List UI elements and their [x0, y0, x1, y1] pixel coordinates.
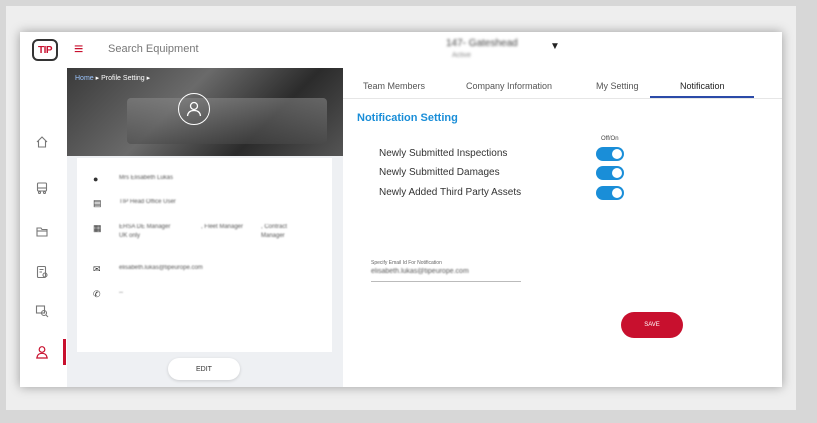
chevron-down-icon[interactable]: ▼	[550, 41, 560, 52]
breadcrumb-current: Profile Setting	[101, 75, 145, 82]
profile-position-2: , Fleet Manager	[201, 224, 244, 230]
logo-text: TIP	[37, 44, 53, 56]
toggle-knob	[612, 188, 622, 198]
profile-panel: Home ▸ Profile Setting ▸ ● Mrs Elisabeth…	[67, 68, 343, 387]
banner-image	[127, 98, 327, 144]
profile-banner: Home ▸ Profile Setting ▸	[67, 68, 343, 156]
search-truck-icon[interactable]	[30, 299, 54, 323]
logout-icon[interactable]	[30, 382, 54, 387]
truck-icon[interactable]	[30, 176, 54, 200]
email-field-underline	[371, 281, 521, 282]
info-row-position: ▦ EHSA DE Manager UK only , Fleet Manage…	[93, 223, 305, 241]
id-card-icon: ▤	[93, 198, 102, 208]
tab-notification[interactable]: Notification	[680, 81, 725, 91]
tab-company-information[interactable]: Company Information	[466, 81, 552, 91]
active-indicator	[63, 339, 66, 365]
settings-tabs: Team Members Company Information My Sett…	[343, 68, 782, 99]
active-tab-underline	[650, 96, 754, 98]
person-icon: ●	[93, 174, 99, 184]
top-bar: TIP ≡ Search Equipment 147- Gateshead Ac…	[20, 32, 782, 69]
breadcrumb-separator: ▸	[146, 75, 151, 82]
profile-position-3: , Contract Manager	[261, 224, 288, 239]
user-icon[interactable]	[30, 340, 54, 364]
screenshot-frame: TIP ≡ Search Equipment 147- Gateshead Ac…	[6, 6, 796, 410]
info-row-role: ▤ TIP Head Office User	[93, 198, 176, 209]
toggle-knob	[612, 149, 622, 159]
tab-team-members[interactable]: Team Members	[363, 81, 425, 91]
email-field[interactable]: elisabeth.lukas@tipeurope.com	[371, 268, 469, 275]
toggle-damages[interactable]	[596, 166, 624, 180]
toggle-knob	[612, 168, 622, 178]
hamburger-icon[interactable]: ≡	[74, 42, 83, 58]
app-window: TIP ≡ Search Equipment 147- Gateshead Ac…	[20, 32, 782, 387]
avatar-icon	[178, 93, 210, 125]
badge-icon: ▦	[93, 223, 102, 233]
sidebar	[20, 68, 68, 387]
info-row-name: ● Mrs Elisabeth Lukas	[93, 174, 173, 185]
site-selector-sub: Active	[452, 52, 472, 59]
phone-icon: ✆	[93, 289, 101, 299]
profile-name: Mrs Elisabeth Lukas	[119, 175, 174, 181]
toggle-third-party[interactable]	[596, 186, 624, 200]
home-icon[interactable]	[30, 130, 54, 154]
off-on-label: Off/On	[601, 136, 619, 142]
toggle-inspections[interactable]	[596, 147, 624, 161]
notif-label-third-party: Newly Added Third Party Assets	[379, 187, 522, 198]
notif-label-inspections: Newly Submitted Inspections	[379, 148, 508, 159]
save-button[interactable]: SAVE	[621, 312, 683, 338]
profile-email: elisabeth.lukas@tipeurope.com	[119, 265, 203, 271]
edit-button[interactable]: EDIT	[168, 358, 240, 380]
breadcrumb: Home ▸ Profile Setting ▸	[75, 74, 150, 82]
section-title: Notification Setting	[357, 112, 458, 124]
email-field-label: Specify Email Id For Notification	[371, 260, 442, 266]
tip-logo[interactable]: TIP	[32, 39, 58, 61]
profile-info-card: ● Mrs Elisabeth Lukas ▤ TIP Head Office …	[77, 158, 332, 352]
tab-my-setting[interactable]: My Setting	[596, 81, 639, 91]
info-row-email: ✉ elisabeth.lukas@tipeurope.com	[93, 264, 203, 275]
site-selector-name[interactable]: 147- Gateshead	[446, 38, 518, 49]
notif-label-damages: Newly Submitted Damages	[379, 167, 500, 178]
folder-icon[interactable]	[30, 220, 54, 244]
search-input[interactable]: Search Equipment	[108, 43, 199, 55]
settings-panel: Team Members Company Information My Sett…	[343, 68, 782, 387]
profile-phone: --	[119, 290, 123, 296]
report-icon[interactable]	[30, 260, 54, 284]
breadcrumb-home[interactable]: Home	[75, 75, 94, 82]
profile-role: TIP Head Office User	[119, 199, 176, 205]
info-row-phone: ✆ --	[93, 289, 123, 300]
mail-icon: ✉	[93, 264, 101, 274]
profile-position-1: EHSA DE Manager UK only	[119, 224, 171, 239]
